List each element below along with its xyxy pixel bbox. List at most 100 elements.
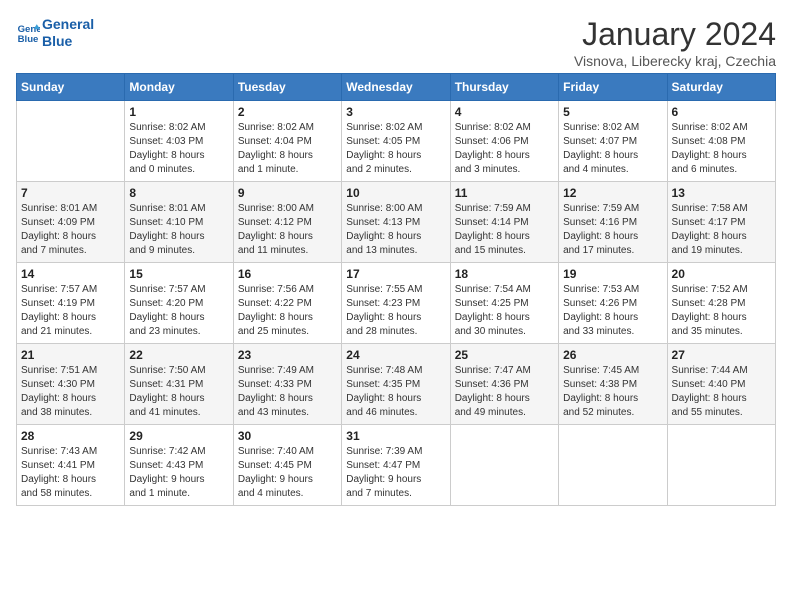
day-number: 20: [672, 267, 771, 281]
day-info: Sunrise: 7:52 AM Sunset: 4:28 PM Dayligh…: [672, 283, 771, 339]
logo-text-line1: General: [42, 16, 94, 33]
day-info: Sunrise: 7:56 AM Sunset: 4:22 PM Dayligh…: [238, 283, 337, 339]
calendar-day-cell: 5 Sunrise: 8:02 AM Sunset: 4:07 PM Daylig…: [559, 101, 667, 182]
calendar-day-cell: 15 Sunrise: 7:57 AM Sunset: 4:20 PM Dayli…: [125, 263, 233, 344]
calendar-day-cell: 16 Sunrise: 7:56 AM Sunset: 4:22 PM Dayli…: [233, 263, 341, 344]
calendar-day-cell: 26 Sunrise: 7:45 AM Sunset: 4:38 PM Dayli…: [559, 344, 667, 425]
day-info: Sunrise: 7:47 AM Sunset: 4:36 PM Dayligh…: [455, 364, 554, 420]
day-info: Sunrise: 8:00 AM Sunset: 4:12 PM Dayligh…: [238, 202, 337, 258]
calendar-day-cell: 4 Sunrise: 8:02 AM Sunset: 4:06 PM Daylig…: [450, 101, 558, 182]
day-number: 5: [563, 105, 662, 119]
calendar-day-cell: 24 Sunrise: 7:48 AM Sunset: 4:35 PM Dayli…: [342, 344, 450, 425]
day-info: Sunrise: 7:51 AM Sunset: 4:30 PM Dayligh…: [21, 364, 120, 420]
calendar-day-cell: 25 Sunrise: 7:47 AM Sunset: 4:36 PM Dayli…: [450, 344, 558, 425]
day-info: Sunrise: 8:01 AM Sunset: 4:09 PM Dayligh…: [21, 202, 120, 258]
day-number: 25: [455, 348, 554, 362]
day-info: Sunrise: 7:50 AM Sunset: 4:31 PM Dayligh…: [129, 364, 228, 420]
calendar-day-cell: 7Sunrise: 8:01 AM Sunset: 4:09 PM Daylig…: [17, 182, 125, 263]
day-info: Sunrise: 8:02 AM Sunset: 4:03 PM Dayligh…: [129, 121, 228, 177]
calendar-day-cell: 1 Sunrise: 8:02 AM Sunset: 4:03 PM Daylig…: [125, 101, 233, 182]
location: Visnova, Liberecky kraj, Czechia: [574, 53, 776, 69]
calendar-day-cell: 2 Sunrise: 8:02 AM Sunset: 4:04 PM Daylig…: [233, 101, 341, 182]
day-info: Sunrise: 8:02 AM Sunset: 4:06 PM Dayligh…: [455, 121, 554, 177]
day-info: Sunrise: 7:42 AM Sunset: 4:43 PM Dayligh…: [129, 445, 228, 501]
day-number: 4: [455, 105, 554, 119]
day-info: Sunrise: 7:39 AM Sunset: 4:47 PM Dayligh…: [346, 445, 445, 501]
calendar-week-row: 28 Sunrise: 7:43 AM Sunset: 4:41 PM Dayli…: [17, 425, 776, 506]
day-number: 11: [455, 186, 554, 200]
calendar-day-cell: 27Sunrise: 7:44 AM Sunset: 4:40 PM Dayli…: [667, 344, 775, 425]
calendar-day-cell: [17, 101, 125, 182]
logo: General Blue General Blue: [16, 16, 94, 50]
day-number: 3: [346, 105, 445, 119]
day-number: 28: [21, 429, 120, 443]
day-number: 6: [672, 105, 771, 119]
calendar-day-cell: 22 Sunrise: 7:50 AM Sunset: 4:31 PM Dayli…: [125, 344, 233, 425]
calendar-day-cell: 20 Sunrise: 7:52 AM Sunset: 4:28 PM Dayli…: [667, 263, 775, 344]
day-info: Sunrise: 7:45 AM Sunset: 4:38 PM Dayligh…: [563, 364, 662, 420]
day-number: 13: [672, 186, 771, 200]
day-info: Sunrise: 7:43 AM Sunset: 4:41 PM Dayligh…: [21, 445, 120, 501]
svg-text:Blue: Blue: [18, 34, 39, 45]
calendar-day-cell: 3 Sunrise: 8:02 AM Sunset: 4:05 PM Daylig…: [342, 101, 450, 182]
day-info: Sunrise: 7:40 AM Sunset: 4:45 PM Dayligh…: [238, 445, 337, 501]
day-number: 2: [238, 105, 337, 119]
day-info: Sunrise: 8:02 AM Sunset: 4:05 PM Dayligh…: [346, 121, 445, 177]
day-number: 19: [563, 267, 662, 281]
day-number: 21: [21, 348, 120, 362]
calendar-day-cell: 13 Sunrise: 7:58 AM Sunset: 4:17 PM Dayli…: [667, 182, 775, 263]
calendar-day-cell: 12 Sunrise: 7:59 AM Sunset: 4:16 PM Dayli…: [559, 182, 667, 263]
day-number: 17: [346, 267, 445, 281]
day-info: Sunrise: 7:53 AM Sunset: 4:26 PM Dayligh…: [563, 283, 662, 339]
day-number: 29: [129, 429, 228, 443]
day-info: Sunrise: 7:59 AM Sunset: 4:16 PM Dayligh…: [563, 202, 662, 258]
day-info: Sunrise: 7:44 AM Sunset: 4:40 PM Dayligh…: [672, 364, 771, 420]
day-info: Sunrise: 7:58 AM Sunset: 4:17 PM Dayligh…: [672, 202, 771, 258]
calendar-week-row: 1 Sunrise: 8:02 AM Sunset: 4:03 PM Daylig…: [17, 101, 776, 182]
day-number: 1: [129, 105, 228, 119]
day-number: 14: [21, 267, 120, 281]
day-number: 10: [346, 186, 445, 200]
weekday-header-row: SundayMondayTuesdayWednesdayThursdayFrid…: [17, 74, 776, 101]
day-number: 26: [563, 348, 662, 362]
day-number: 12: [563, 186, 662, 200]
day-number: 16: [238, 267, 337, 281]
day-info: Sunrise: 7:57 AM Sunset: 4:20 PM Dayligh…: [129, 283, 228, 339]
weekday-header-cell: Tuesday: [233, 74, 341, 101]
page-header: General Blue General Blue January 2024 V…: [16, 16, 776, 69]
day-info: Sunrise: 7:54 AM Sunset: 4:25 PM Dayligh…: [455, 283, 554, 339]
calendar-table: SundayMondayTuesdayWednesdayThursdayFrid…: [16, 73, 776, 506]
day-info: Sunrise: 7:55 AM Sunset: 4:23 PM Dayligh…: [346, 283, 445, 339]
weekday-header-cell: Saturday: [667, 74, 775, 101]
day-number: 24: [346, 348, 445, 362]
calendar-day-cell: 28 Sunrise: 7:43 AM Sunset: 4:41 PM Dayli…: [17, 425, 125, 506]
calendar-day-cell: 14Sunrise: 7:57 AM Sunset: 4:19 PM Dayli…: [17, 263, 125, 344]
day-number: 9: [238, 186, 337, 200]
title-area: January 2024 Visnova, Liberecky kraj, Cz…: [574, 16, 776, 69]
calendar-day-cell: [559, 425, 667, 506]
calendar-day-cell: 8Sunrise: 8:01 AM Sunset: 4:10 PM Daylig…: [125, 182, 233, 263]
month-title: January 2024: [574, 16, 776, 53]
calendar-week-row: 7Sunrise: 8:01 AM Sunset: 4:09 PM Daylig…: [17, 182, 776, 263]
day-number: 18: [455, 267, 554, 281]
day-number: 15: [129, 267, 228, 281]
weekday-header-cell: Wednesday: [342, 74, 450, 101]
calendar-day-cell: [450, 425, 558, 506]
calendar-day-cell: 11Sunrise: 7:59 AM Sunset: 4:14 PM Dayli…: [450, 182, 558, 263]
weekday-header-cell: Monday: [125, 74, 233, 101]
day-number: 22: [129, 348, 228, 362]
logo-text-line2: Blue: [42, 33, 94, 50]
day-number: 8: [129, 186, 228, 200]
calendar-day-cell: 23Sunrise: 7:49 AM Sunset: 4:33 PM Dayli…: [233, 344, 341, 425]
day-info: Sunrise: 8:02 AM Sunset: 4:04 PM Dayligh…: [238, 121, 337, 177]
calendar-week-row: 21 Sunrise: 7:51 AM Sunset: 4:30 PM Dayli…: [17, 344, 776, 425]
weekday-header-cell: Thursday: [450, 74, 558, 101]
day-info: Sunrise: 8:02 AM Sunset: 4:07 PM Dayligh…: [563, 121, 662, 177]
calendar-day-cell: 6Sunrise: 8:02 AM Sunset: 4:08 PM Daylig…: [667, 101, 775, 182]
calendar-day-cell: 18 Sunrise: 7:54 AM Sunset: 4:25 PM Dayli…: [450, 263, 558, 344]
calendar-day-cell: 17 Sunrise: 7:55 AM Sunset: 4:23 PM Dayli…: [342, 263, 450, 344]
weekday-header-cell: Sunday: [17, 74, 125, 101]
day-info: Sunrise: 7:48 AM Sunset: 4:35 PM Dayligh…: [346, 364, 445, 420]
calendar-day-cell: 10Sunrise: 8:00 AM Sunset: 4:13 PM Dayli…: [342, 182, 450, 263]
calendar-day-cell: 30Sunrise: 7:40 AM Sunset: 4:45 PM Dayli…: [233, 425, 341, 506]
